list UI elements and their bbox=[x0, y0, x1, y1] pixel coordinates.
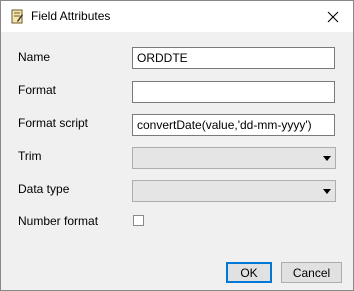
name-label: Name bbox=[18, 50, 51, 64]
ok-button[interactable]: OK bbox=[226, 262, 272, 283]
format-label: Format bbox=[18, 83, 57, 97]
data-type-select[interactable] bbox=[132, 180, 336, 202]
dialog-title: Field Attributes bbox=[31, 9, 111, 23]
format-field[interactable] bbox=[132, 81, 335, 103]
title-bar: Field Attributes bbox=[1, 1, 353, 32]
trim-label: Trim bbox=[18, 149, 42, 163]
format-script-field[interactable]: convertDate(value,'dd-mm-yyyy') bbox=[132, 114, 335, 136]
chevron-down-icon bbox=[323, 189, 331, 194]
name-field[interactable]: ORDDTE bbox=[132, 47, 335, 69]
chevron-down-icon bbox=[323, 156, 331, 161]
data-type-label: Data type bbox=[18, 182, 70, 196]
cancel-button[interactable]: Cancel bbox=[281, 262, 342, 283]
trim-select[interactable] bbox=[132, 147, 336, 169]
close-button[interactable] bbox=[313, 1, 353, 32]
format-script-label: Format script bbox=[18, 116, 89, 130]
document-edit-icon bbox=[11, 9, 24, 24]
number-format-checkbox[interactable] bbox=[133, 215, 144, 226]
number-format-label: Number format bbox=[18, 214, 99, 228]
close-icon bbox=[327, 11, 339, 22]
field-attributes-dialog: Field Attributes Name ORDDTE Format Form… bbox=[0, 0, 354, 291]
